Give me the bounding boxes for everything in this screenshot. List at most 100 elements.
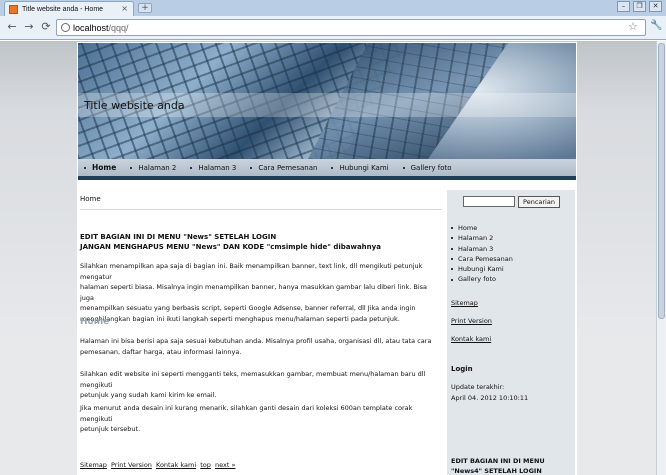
footer-sitemap-link[interactable]: Sitemap <box>80 461 107 469</box>
menu-item-hubungi-kami[interactable]: Hubungi Kami <box>331 163 389 172</box>
menu-label: Cara Pemesanan <box>258 163 318 172</box>
notice-line: EDIT BAGIAN INI DI MENU <box>451 457 545 465</box>
sidebar-item-halaman-2[interactable]: Halaman 2 <box>451 233 513 243</box>
bullet-icon <box>451 278 453 281</box>
menu-item-halaman-3[interactable]: Halaman 3 <box>190 164 236 172</box>
sidebar-item-home[interactable]: Home <box>451 223 513 233</box>
url-host: localhost <box>73 22 109 33</box>
forward-icon[interactable]: → <box>22 20 36 34</box>
back-icon[interactable]: ← <box>5 20 19 34</box>
restore-button[interactable]: ❐ <box>633 1 646 12</box>
search-button[interactable]: Pencarian <box>518 196 560 208</box>
tab-bar: Title website anda - Home × + – ❐ ✕ <box>0 0 666 16</box>
footer-top-link[interactable]: top <box>200 461 211 469</box>
text-line: menghilangkan bagian ini ikuti langkah s… <box>80 314 400 323</box>
search-input[interactable] <box>463 196 515 207</box>
sidebar-nav: Home Halaman 2 Halaman 3 Cara Pemesanan … <box>451 223 513 285</box>
text-line: Silahkan edit website ini seperti mengga… <box>80 370 426 389</box>
close-window-button[interactable]: ✕ <box>649 1 662 12</box>
menu-item-gallery-foto[interactable]: Gallery foto <box>402 163 452 172</box>
sidebar-item-cara-pemesanan[interactable]: Cara Pemesanan <box>451 254 513 264</box>
text-line: menampilkan sesuatu yang berbasis script… <box>80 304 416 312</box>
sidebar-item-hubungi-kami[interactable]: Hubungi Kami <box>451 264 513 274</box>
url-path: /qqq/ <box>108 22 129 33</box>
paragraph: Halaman ini bisa berisi apa saja sesuai … <box>80 336 440 357</box>
notice-line: JANGAN MENGHAPUS MENU "News" DAN KODE "c… <box>80 243 381 251</box>
favicon-icon <box>9 4 18 14</box>
menu-item-home[interactable]: Home <box>84 163 116 172</box>
minimize-button[interactable]: – <box>617 1 630 12</box>
sidebar-item-label: Hubungi Kami <box>458 265 504 274</box>
header-banner: Title website anda <box>78 43 576 159</box>
address-bar[interactable]: localhost/qqq/ <box>56 19 646 36</box>
menu-item-cara-pemesanan[interactable]: Cara Pemesanan <box>250 164 317 172</box>
bullet-icon <box>451 227 453 230</box>
sidebar-item-label: Halaman 2 <box>458 234 494 243</box>
sidebar: Pencarian Home Halaman 2 Halaman 3 Cara … <box>447 190 575 475</box>
page-viewport: Title website anda Home Halaman 2 Halama… <box>0 41 656 475</box>
bullet-icon <box>402 166 405 169</box>
scrollbar-thumb[interactable] <box>658 43 665 319</box>
text-line: Jika menurut anda desain ini kurang mena… <box>80 404 413 423</box>
menu-item-halaman-2[interactable]: Halaman 2 <box>130 164 176 172</box>
update-label: Update terakhir: <box>451 383 505 391</box>
footer-kontak-link[interactable]: Kontak kami <box>156 461 196 469</box>
section-heading: Home <box>80 317 110 327</box>
bullet-icon <box>451 268 453 271</box>
main-menu: Home Halaman 2 Halaman 3 Cara Pemesanan … <box>78 159 576 180</box>
content-divider <box>80 209 442 210</box>
bullet-icon <box>451 247 453 250</box>
sidebar-item-label: Home <box>458 224 478 232</box>
text-line: Silahkan menampilkan apa saja di bagian … <box>80 262 423 281</box>
sidebar-item-halaman-3[interactable]: Halaman 3 <box>451 244 513 254</box>
globe-icon <box>61 23 70 32</box>
new-tab-button[interactable]: + <box>138 3 152 13</box>
text-line: petunjuk yang sudah kami kirim ke email. <box>80 391 217 399</box>
browser-tab[interactable]: Title website anda - Home × <box>4 1 134 16</box>
sidebar-item-label: Cara Pemesanan <box>458 254 513 263</box>
browser-toolbar: ← → ⟳ localhost/qqq/ ☆ 🔧 <box>0 16 666 40</box>
bullet-icon <box>451 258 453 261</box>
text-line: halaman seperti biasa. Misalnya ingin me… <box>80 283 427 302</box>
sidebar-sitemap-link[interactable]: Sitemap <box>451 299 478 307</box>
vertical-scrollbar[interactable] <box>656 41 666 475</box>
notice-line: "News4" SETELAH LOGIN <box>451 467 542 475</box>
sidebar-item-gallery-foto[interactable]: Gallery foto <box>451 274 513 284</box>
menu-label: Home <box>92 163 117 172</box>
site-container: Title website anda Home Halaman 2 Halama… <box>77 42 577 475</box>
bullet-icon <box>250 166 253 169</box>
footer-links: Sitemap Print Version Kontak kami top ne… <box>80 461 237 469</box>
menu-label: Hubungi Kami <box>339 163 389 172</box>
tab-close-icon[interactable]: × <box>121 4 128 13</box>
breadcrumb: Home <box>80 195 101 203</box>
bullet-icon <box>331 166 334 169</box>
update-date: April 04. 2012 10:10:11 <box>451 394 529 402</box>
footer-print-link[interactable]: Print Version <box>111 461 152 469</box>
sidebar-item-label: Halaman 3 <box>458 244 494 253</box>
bullet-icon <box>84 166 86 169</box>
menu-label: Halaman 2 <box>138 163 177 172</box>
tab-title: Title website anda - Home <box>22 5 104 13</box>
text-line: Halaman ini bisa berisi apa saja sesuai … <box>80 337 432 345</box>
sidebar-kontak-link[interactable]: Kontak kami <box>451 335 491 343</box>
intro-paragraph: Silahkan menampilkan apa saja di bagian … <box>80 261 440 324</box>
sidebar-edit-notice: EDIT BAGIAN INI DI MENU "News4" SETELAH … <box>451 456 571 475</box>
last-update: Update terakhir: April 04. 2012 10:10:11 <box>451 382 528 404</box>
bookmark-star-icon[interactable]: ☆ <box>628 20 638 33</box>
news-notice: EDIT BAGIAN INI DI MENU "News" SETELAH L… <box>80 232 381 252</box>
paragraph: Jika menurut anda desain ini kurang mena… <box>80 403 440 435</box>
reload-icon[interactable]: ⟳ <box>39 20 53 34</box>
wrench-icon[interactable]: 🔧 <box>650 20 662 31</box>
sidebar-item-label: Gallery foto <box>458 275 497 284</box>
sidebar-print-link[interactable]: Print Version <box>451 317 492 325</box>
text-line: pemesanan, daftar harga, atau informasi … <box>80 347 242 356</box>
bullet-icon <box>190 166 193 169</box>
text-line: petunjuk tersebut. <box>80 425 141 433</box>
site-title[interactable]: Title website anda <box>84 99 185 112</box>
paragraph: Silahkan edit website ini seperti mengga… <box>80 369 440 401</box>
window-controls: – ❐ ✕ <box>617 1 662 12</box>
menu-label: Halaman 3 <box>198 163 237 172</box>
footer-next-link[interactable]: next » <box>215 461 235 469</box>
login-heading: Login <box>451 365 473 373</box>
menu-label: Gallery foto <box>410 163 452 172</box>
